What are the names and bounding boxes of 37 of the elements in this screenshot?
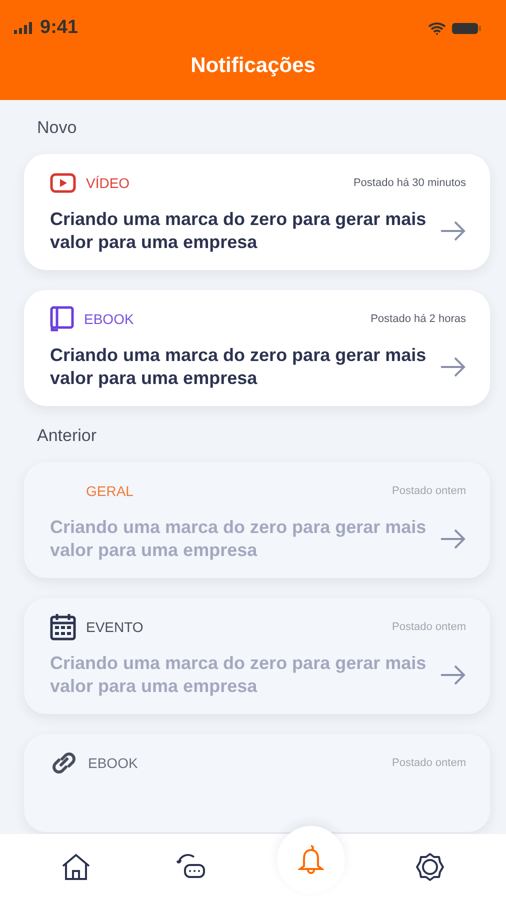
wifi-icon [428, 22, 446, 34]
category-label: EVENTO [86, 619, 144, 635]
home-icon [60, 853, 91, 881]
category-label: VÍDEO [86, 175, 130, 191]
category-label: EBOOK [88, 755, 138, 771]
battery-icon [452, 22, 482, 34]
notification-title: Criando uma marca do zero para gerar mais valor para uma empresa [50, 208, 428, 254]
notification-card[interactable]: VÍDEO Postado há 30 minutos Criando uma marca do zero para gerar mais valor para uma empresa [24, 154, 490, 270]
chat-icon [176, 853, 206, 881]
posted-time: Postado há 30 minutos [353, 177, 466, 189]
arrow-right-icon [440, 665, 466, 685]
arrow-right-icon [440, 529, 466, 549]
notification-title: Criando uma marca do zero para gerar mais valor para uma empresa [50, 344, 428, 390]
category-label: GERAL [86, 483, 134, 499]
section-heading: Novo [37, 118, 78, 138]
status-time: 9:41 [40, 17, 78, 39]
bell-icon [298, 844, 324, 876]
posted-time: Postado ontem [392, 485, 466, 497]
play-icon [50, 173, 76, 193]
page-title: Notificações [190, 54, 316, 78]
notification-card[interactable]: EVENTO Postado ontem Criando uma marca do zero para gerar mais valor para uma empresa [24, 598, 490, 714]
arrow-right-icon [440, 221, 466, 241]
notification-title: Criando uma marca do zero para gerar mais valor para uma empresa [50, 652, 428, 698]
posted-time: Postado ontem [392, 621, 466, 633]
section-heading: Anterior [37, 426, 98, 446]
signal-icon [14, 22, 34, 34]
notification-card[interactable]: EBOOK Postado ontem [24, 734, 490, 832]
arrow-right-icon [440, 357, 466, 377]
posted-time: Postado ontem [392, 757, 466, 769]
settings-icon [415, 852, 446, 882]
book-icon [50, 306, 74, 332]
calendar-icon [50, 613, 76, 641]
category-label: EBOOK [84, 311, 134, 327]
notification-title: Criando uma marca do zero para gerar mais valor para uma empresa [50, 516, 428, 562]
notification-card[interactable]: EBOOK Postado há 2 horas Criando uma marca do zero para gerar mais valor para uma empresa [24, 290, 490, 406]
posted-time: Postado há 2 horas [370, 313, 466, 325]
link-icon [50, 751, 78, 775]
